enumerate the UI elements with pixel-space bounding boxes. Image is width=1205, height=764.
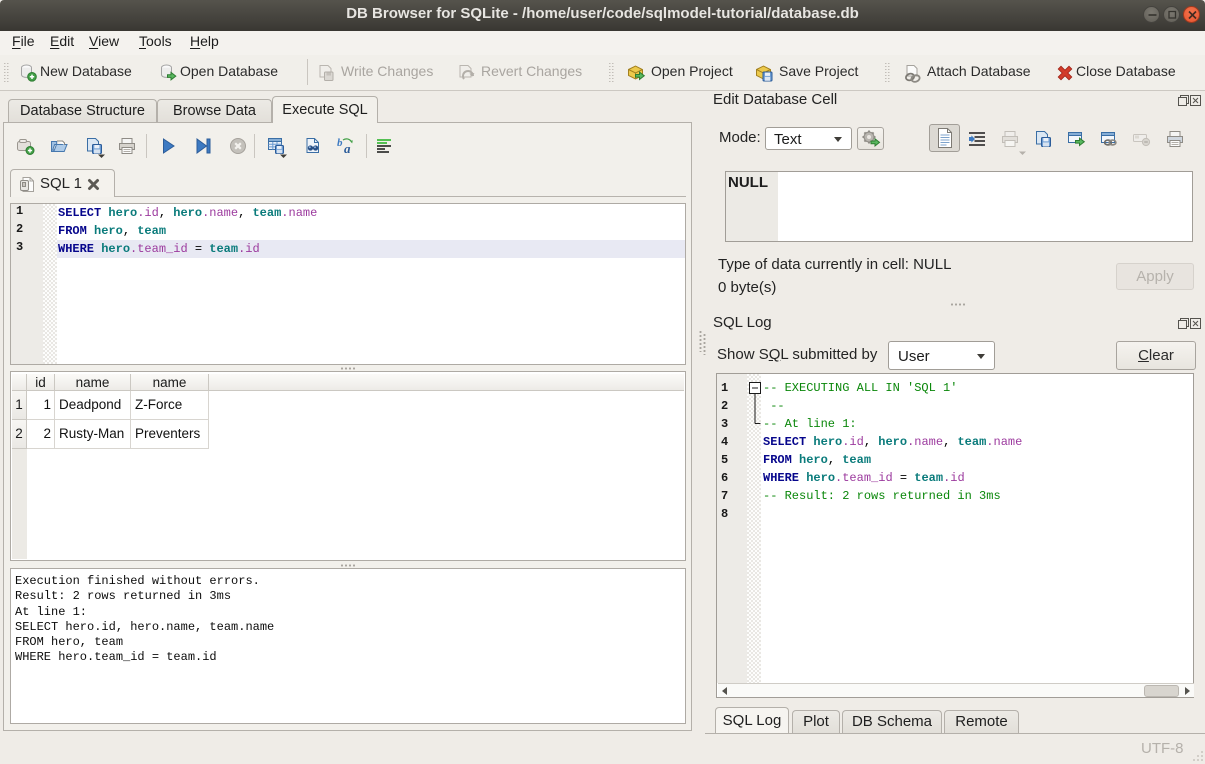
svg-text:a: a: [344, 141, 351, 156]
svg-text:b: b: [337, 137, 343, 149]
